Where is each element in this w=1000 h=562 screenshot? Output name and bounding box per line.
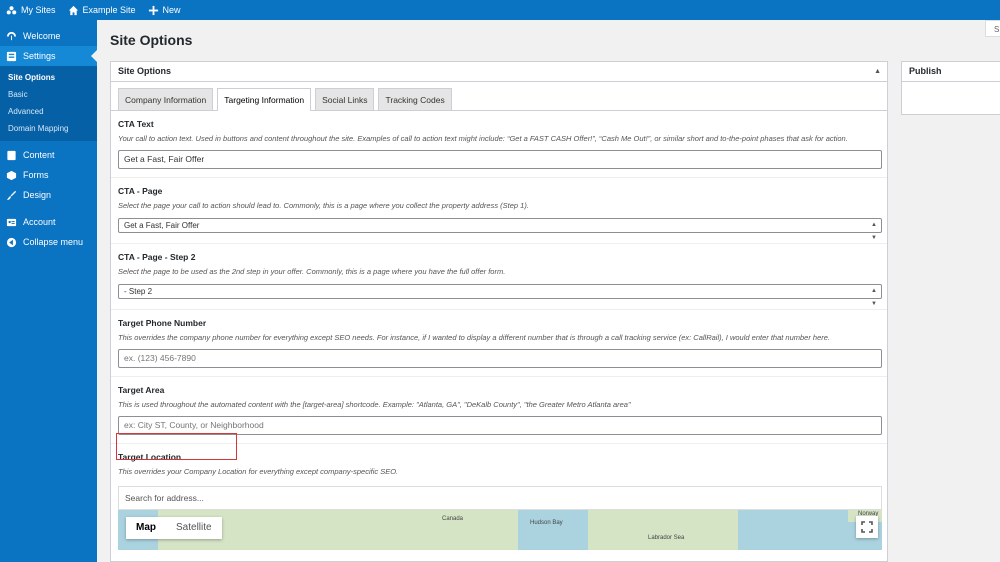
target-location-description: This overrides your Company Location for…: [118, 467, 399, 476]
field-cta-page: CTA - Page Select the page your call to …: [111, 178, 887, 244]
cta-page-step2-label: CTA - Page - Step 2: [118, 252, 196, 262]
cta-text-description: Your call to action text. Used in button…: [118, 134, 848, 143]
tab-bar: Company Information Targeting Informatio…: [111, 82, 887, 111]
publish-postbox: Publish: [901, 61, 1000, 115]
target-area-description: This is used throughout the automated co…: [118, 400, 631, 409]
cta-page-description: Select the page your call to action shou…: [118, 201, 529, 210]
content-icon: [7, 150, 16, 160]
admin-bar: My Sites Example Site New: [0, 0, 1000, 20]
submenu-basic[interactable]: Basic: [0, 86, 97, 103]
field-target-location: Target Location This overrides your Comp…: [111, 444, 887, 550]
home-icon: [68, 5, 78, 15]
publish-title: Publish: [902, 62, 1000, 82]
target-area-input[interactable]: ex: City ST, County, or Neighborhood: [118, 416, 882, 435]
tab-tracking-codes[interactable]: Tracking Codes: [378, 88, 452, 110]
sidebar-label-settings: Settings: [23, 51, 56, 61]
settings-icon: [6, 51, 17, 61]
field-target-area: Target Area This is used throughout the …: [111, 377, 887, 444]
site-name-label: Example Site: [82, 5, 136, 15]
map-label-hudson-bay: Hudson Bay: [530, 520, 563, 526]
map-view-button[interactable]: Map: [126, 517, 166, 539]
submenu-domain-mapping[interactable]: Domain Mapping: [0, 120, 97, 137]
sidebar-label-content: Content: [23, 150, 55, 160]
collapse-toggle-icon[interactable]: ▲: [874, 62, 881, 81]
sidebar-item-account[interactable]: Account: [0, 212, 97, 232]
dropdown-arrow-icon: ▲ ▼: [871, 288, 877, 307]
cta-page-step2-select[interactable]: - Step 2 ▲ ▼: [118, 284, 882, 307]
cta-page-selected-value: Get a Fast, Fair Offer: [124, 221, 200, 230]
postbox-title: Site Options: [118, 66, 172, 76]
cta-page-step2-selected-value: - Step 2: [124, 287, 153, 296]
admin-sidebar: Welcome Settings Site Options Basic Adva…: [0, 20, 97, 562]
site-options-postbox: Site Options ▲ Company Information Targe…: [110, 61, 888, 562]
account-icon: [6, 218, 17, 226]
fullscreen-icon: [861, 521, 873, 533]
tab-targeting-information[interactable]: Targeting Information: [217, 88, 312, 111]
tab-social-links[interactable]: Social Links: [315, 88, 375, 110]
paintbrush-icon: [6, 190, 17, 200]
map-label-canada: Canada: [442, 516, 464, 522]
page-title: Site Options: [110, 32, 193, 48]
map-label-labrador-sea: Labrador Sea: [648, 535, 685, 541]
cta-page-label: CTA - Page: [118, 186, 163, 196]
sidebar-item-design[interactable]: Design: [0, 185, 97, 205]
site-name-menu[interactable]: Example Site: [62, 0, 142, 20]
target-phone-description: This overrides the company phone number …: [118, 333, 831, 342]
map-land-area: [588, 510, 738, 550]
cta-text-label: CTA Text: [118, 119, 154, 129]
my-sites-menu[interactable]: My Sites: [0, 0, 62, 20]
sidebar-label-forms: Forms: [23, 170, 49, 180]
map-type-control: Map Satellite: [126, 517, 222, 539]
screen-options-button[interactable]: S: [985, 20, 1000, 37]
cta-page-select[interactable]: Get a Fast, Fair Offer ▲ ▼: [118, 218, 882, 241]
settings-submenu: Site Options Basic Advanced Domain Mappi…: [0, 66, 97, 141]
tab-company-information[interactable]: Company Information: [118, 88, 214, 110]
field-cta-page-step2: CTA - Page - Step 2 Select the page to b…: [111, 244, 887, 310]
sidebar-item-welcome[interactable]: Welcome: [0, 26, 97, 46]
field-target-phone: Target Phone Number This overrides the c…: [111, 310, 887, 377]
new-label: New: [162, 5, 181, 15]
forms-icon: [6, 170, 17, 180]
target-location-label: Target Location: [118, 452, 182, 462]
plus-icon: [148, 5, 158, 15]
submenu-advanced[interactable]: Advanced: [0, 103, 97, 120]
sidebar-label-welcome: Welcome: [23, 31, 61, 41]
target-phone-label: Target Phone Number: [118, 318, 207, 328]
collapse-label: Collapse menu: [23, 237, 84, 247]
sidebar-label-design: Design: [23, 190, 52, 200]
address-search-input[interactable]: Search for address...: [118, 486, 882, 510]
satellite-view-button[interactable]: Satellite: [166, 517, 222, 539]
collapse-icon: [6, 237, 17, 247]
field-cta-text: CTA Text Your call to action text. Used …: [111, 111, 887, 178]
target-phone-input[interactable]: ex. (123) 456-7890: [118, 349, 882, 368]
cta-page-step2-description: Select the page to be used as the 2nd st…: [118, 267, 506, 276]
postbox-header: Site Options ▲: [111, 62, 887, 82]
dashboard-icon: [6, 31, 17, 40]
sidebar-item-forms[interactable]: Forms: [0, 165, 97, 185]
fullscreen-button[interactable]: [856, 516, 878, 538]
location-map[interactable]: Canada Hudson Bay Labrador Sea Norway Ma…: [118, 510, 882, 550]
my-sites-icon: [6, 5, 17, 14]
submenu-site-options[interactable]: Site Options: [0, 69, 97, 86]
dropdown-arrow-icon: ▲ ▼: [871, 222, 877, 241]
target-area-label: Target Area: [118, 385, 165, 395]
new-content-menu[interactable]: New: [142, 0, 187, 20]
sidebar-label-account: Account: [23, 217, 56, 227]
sidebar-item-content[interactable]: Content: [0, 145, 97, 165]
collapse-menu-button[interactable]: Collapse menu: [0, 232, 97, 252]
my-sites-label: My Sites: [21, 5, 56, 15]
sidebar-item-settings[interactable]: Settings: [0, 46, 97, 66]
cta-text-input[interactable]: Get a Fast, Fair Offer: [118, 150, 882, 169]
